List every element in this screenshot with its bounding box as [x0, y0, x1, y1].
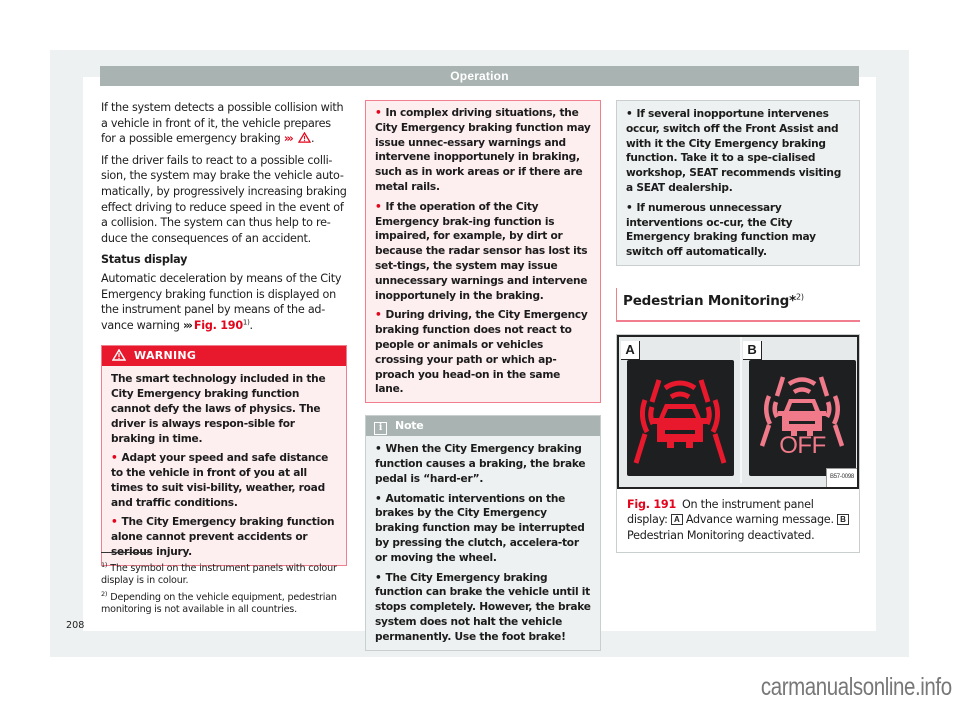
cross-reference-arrow[interactable]: ››› [284, 132, 294, 145]
footnote: 1) The symbol on the instrument panels wi… [101, 560, 337, 587]
info-icon: i [374, 422, 387, 436]
status-display-heading: Status display [101, 253, 188, 267]
warning-bullet: • In complex driving situations, the City… [375, 107, 591, 193]
warning-box: WARNING The smart technology included in… [101, 345, 347, 566]
status-display-paragraph: Automatic deceleration by means of the C… [101, 271, 342, 332]
note-bullet: • Automatic interventions on the brakes b… [375, 492, 585, 564]
warning-bullet: • During driving, the City Emergency brak… [375, 309, 588, 396]
warning-intro: The smart technology included in the Cit… [111, 373, 326, 445]
note-header: i Note [366, 416, 600, 437]
warning-bullet: • If the operation of the City Emergency … [375, 200, 588, 302]
note-bullet: • When the City Emergency braking functio… [375, 443, 586, 485]
column-3: • If several inopportune intervenes occur… [616, 100, 862, 554]
footnote-ref[interactable]: 2) [796, 292, 804, 301]
auto-brake-paragraph: If the driver fails to react to a possib… [101, 153, 347, 245]
label-b-box: B [837, 514, 849, 526]
off-label: OFF [779, 431, 826, 459]
intro-paragraph: If the system detects a possible collisi… [101, 101, 344, 146]
warning-triangle-icon [112, 349, 126, 362]
footnote-rule [101, 552, 152, 553]
label-a-box: A [671, 514, 683, 526]
watermark: carmanualsonline.info [761, 673, 952, 701]
note-bullet: • The City Emergency braking function can… [375, 571, 591, 643]
warning-header: WARNING [102, 346, 346, 367]
page-number: 208 [66, 620, 85, 631]
column-2: • In complex driving situations, the City… [365, 100, 601, 651]
section-heading: Pedestrian Monitoring*2) [616, 287, 860, 322]
warning-bullet: • Adapt your speed and safe distance to t… [111, 452, 329, 509]
note-box-continued: • If several inopportune intervenes occur… [616, 100, 860, 266]
footnote: 2) Depending on the vehicle equipment, pe… [101, 589, 337, 616]
image-code: B57-0098 [825, 467, 857, 487]
figure-image: A B OFF B57-0098 [617, 334, 862, 489]
note-body: • When the City Emergency braking functio… [366, 436, 600, 649]
panel-label: B [743, 340, 762, 360]
footnote-ref[interactable]: 1) [243, 318, 250, 326]
figure-link[interactable]: Fig. 190 [194, 319, 243, 332]
panel-b: B OFF [743, 340, 862, 483]
figure-caption: Fig. 191 On the instrument panel display:… [617, 489, 859, 553]
note-box: i Note • When the City Emergency braking f… [365, 415, 601, 651]
footnotes: 1) The symbol on the instrument panels wi… [101, 552, 347, 621]
panel-label: A [621, 340, 640, 360]
warning-body: The smart technology included in the Cit… [102, 366, 346, 565]
chapter-header: Operation [100, 66, 859, 86]
pedestrian-monitoring-icon [633, 378, 727, 464]
cross-reference-arrow[interactable]: ››› [183, 319, 193, 332]
panel-divider [740, 336, 742, 483]
warning-box-continued: • In complex driving situations, the City… [365, 100, 601, 404]
panel-a: A [621, 340, 740, 483]
instrument-display: OFF [749, 359, 856, 476]
warning-triangle-icon[interactable] [298, 132, 311, 143]
note-bullet: • If numerous unnecessary interventions o… [626, 201, 816, 259]
note-bullet: • If several inopportune intervenes occur… [626, 108, 842, 194]
figure-number: Fig. 191 [627, 497, 676, 511]
column-1: If the system detects a possible collisi… [101, 100, 347, 566]
instrument-display [627, 359, 734, 476]
figure-191: A B OFF B57-0098 Fig. 191 On the instrum… [616, 333, 862, 554]
